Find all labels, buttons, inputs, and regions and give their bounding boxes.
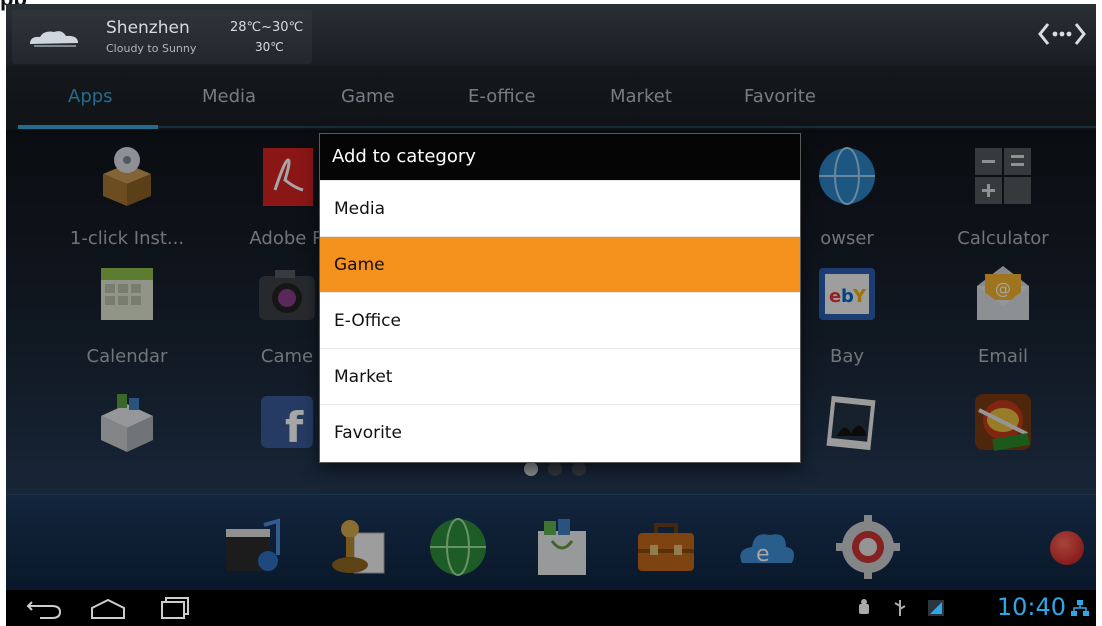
weather-range: 28℃~30℃ bbox=[230, 20, 304, 35]
recent-apps-icon[interactable] bbox=[154, 596, 194, 620]
category-option-media[interactable]: Media bbox=[320, 180, 800, 236]
weather-widget[interactable]: Shenzhen Cloudy to Sunny 28℃~30℃ 30℃ bbox=[12, 10, 312, 64]
usb-icon bbox=[894, 600, 906, 616]
weather-city: Shenzhen bbox=[106, 18, 190, 38]
system-nav-bar: 10:40 bbox=[6, 590, 1096, 626]
home-icon[interactable] bbox=[88, 596, 128, 620]
signal-icon bbox=[928, 600, 944, 616]
weather-current: 30℃ bbox=[255, 40, 284, 54]
tablet-screen: Shenzhen Cloudy to Sunny 28℃~30℃ 30℃ App… bbox=[6, 4, 1096, 626]
network-icon bbox=[1071, 600, 1089, 616]
dialog-title: Add to category bbox=[320, 134, 800, 180]
add-to-category-dialog: Add to category Media Game E-Office Mark… bbox=[320, 134, 800, 462]
weather-condition: Cloudy to Sunny bbox=[106, 42, 197, 55]
category-option-favorite[interactable]: Favorite bbox=[320, 404, 800, 460]
connection-arrows-icon[interactable] bbox=[1036, 16, 1088, 52]
back-icon[interactable] bbox=[26, 596, 66, 620]
clock: 10:40 bbox=[996, 593, 1066, 621]
cloud-icon bbox=[30, 31, 78, 47]
category-option-e-office[interactable]: E-Office bbox=[320, 292, 800, 348]
category-option-game[interactable]: Game bbox=[320, 236, 800, 292]
category-option-market[interactable]: Market bbox=[320, 348, 800, 404]
android-debug-icon bbox=[859, 599, 869, 614]
top-bar: Shenzhen Cloudy to Sunny 28℃~30℃ 30℃ bbox=[6, 4, 1096, 66]
